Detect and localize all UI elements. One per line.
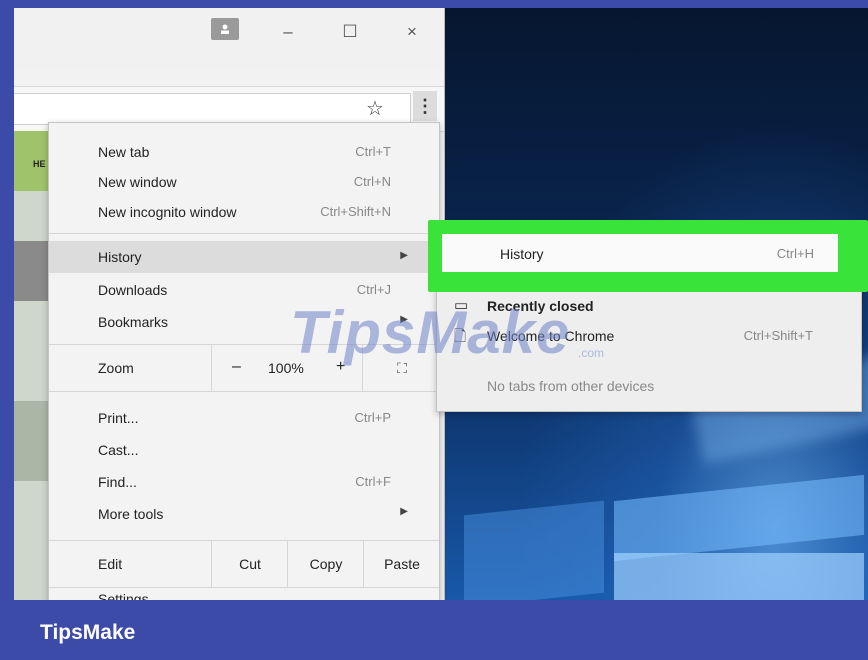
paste-button[interactable]: Paste [363, 541, 440, 587]
close-button[interactable]: × [400, 20, 424, 44]
edit-label: Edit [98, 556, 123, 572]
submenu-arrow-icon: ▶ [400, 250, 408, 261]
menu-item-shortcut: Ctrl+F [355, 474, 391, 489]
menu-item-new-tab[interactable]: New tab Ctrl+T [49, 137, 439, 167]
menu-item-shortcut: Ctrl+N [353, 174, 391, 189]
screenshot-frame: – ☐ × ☆ ⋮ HE New tab Ctrl+T New window C… [14, 8, 868, 600]
menu-item-label: New incognito window [98, 204, 237, 220]
page-image [14, 401, 48, 481]
wallpaper-window-pane [614, 553, 864, 600]
page-banner: HE [14, 131, 48, 191]
menu-item-label: Cast... [98, 442, 139, 458]
maximize-button[interactable]: ☐ [338, 20, 362, 44]
menu-item-new-window[interactable]: New window Ctrl+N [49, 167, 439, 197]
zoom-out-button[interactable]: – [232, 358, 241, 376]
submenu-item-label: History [500, 246, 544, 262]
menu-item-more-tools[interactable]: More tools ▶ [49, 499, 439, 529]
menu-item-label: Downloads [98, 282, 168, 298]
footer-brand: TipsMake [40, 621, 136, 644]
menu-item-settings[interactable]: Settings [49, 591, 439, 600]
submenu-item-label: No tabs from other devices [487, 378, 655, 394]
title-bar: – ☐ × [14, 8, 444, 68]
bookmark-star-icon[interactable]: ☆ [366, 98, 384, 120]
page-image [14, 241, 48, 301]
menu-item-label: History [98, 249, 142, 265]
menu-item-print[interactable]: Print... Ctrl+P [49, 403, 439, 433]
submenu-arrow-icon: ▶ [400, 506, 408, 517]
watermark: TipsMake [290, 299, 571, 366]
menu-item-label: Find... [98, 474, 137, 490]
menu-item-label: Print... [98, 410, 139, 426]
watermark-suffix: .com [578, 346, 605, 360]
footer-bar: TipsMake [0, 600, 868, 660]
submenu-item-shortcut: Ctrl+Shift+T [743, 328, 813, 343]
menu-item-cast[interactable]: Cast... [49, 435, 439, 465]
submenu-item-no-tabs: No tabs from other devices [437, 371, 861, 401]
address-bar[interactable]: ☆ [14, 93, 411, 125]
menu-item-shortcut: Ctrl+T [355, 144, 391, 159]
submenu-item-history[interactable]: History Ctrl+H [442, 234, 838, 272]
menu-item-new-incognito-window[interactable]: New incognito window Ctrl+Shift+N [49, 197, 439, 227]
history-highlight-box: History Ctrl+H [428, 220, 868, 292]
page-content: HE [14, 131, 48, 600]
menu-item-label: New tab [98, 144, 150, 160]
menu-divider [49, 587, 439, 588]
menu-item-shortcut: Ctrl+P [354, 410, 391, 425]
chrome-menu-icon[interactable]: ⋮ [413, 91, 437, 121]
submenu-item-shortcut: Ctrl+H [776, 246, 814, 261]
menu-item-label: Settings [98, 591, 149, 600]
menu-divider [49, 391, 439, 392]
zoom-label: Zoom [98, 360, 134, 376]
menu-item-shortcut: Ctrl+J [356, 282, 391, 297]
menu-item-history[interactable]: History ▶ [49, 241, 439, 273]
menu-item-find[interactable]: Find... Ctrl+F [49, 467, 439, 497]
menu-edit-row: Edit Cut Copy Paste [49, 541, 439, 587]
profile-icon[interactable] [211, 18, 239, 40]
menu-item-shortcut: Ctrl+Shift+N [320, 204, 391, 219]
menu-item-label: New window [98, 174, 177, 190]
menu-item-label: More tools [98, 506, 164, 522]
wallpaper-window-pane [464, 500, 604, 600]
copy-button[interactable]: Copy [287, 541, 364, 587]
menu-item-label: Bookmarks [98, 314, 169, 330]
minimize-button[interactable]: – [276, 20, 300, 44]
menu-divider [49, 233, 439, 234]
cut-button[interactable]: Cut [211, 541, 288, 587]
page-tab-text: HE [33, 159, 46, 169]
wallpaper-window-pane [614, 474, 864, 562]
